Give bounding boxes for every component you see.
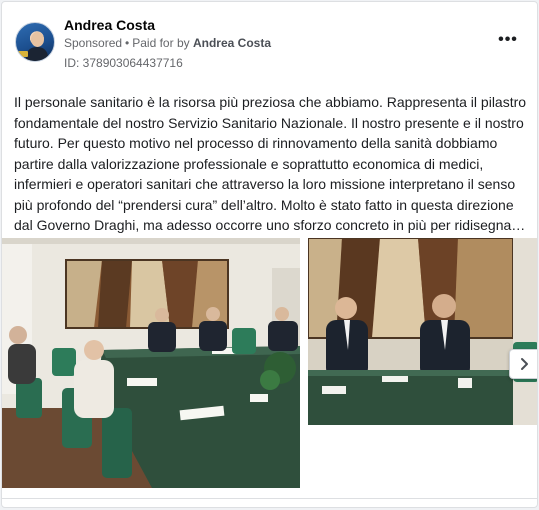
- meeting-room-photo[interactable]: [2, 238, 300, 488]
- carousel-next-button[interactable]: [509, 349, 537, 379]
- avatar-suit: [26, 47, 48, 61]
- image-carousel: [2, 238, 537, 488]
- author-avatar[interactable]: [15, 22, 55, 62]
- speakers-photo[interactable]: [308, 238, 537, 425]
- author-name[interactable]: Andrea Costa: [64, 17, 155, 33]
- ad-id: ID: 378903064437716: [64, 56, 183, 70]
- more-options-icon[interactable]: •••: [496, 32, 520, 52]
- chevron-right-icon: [521, 358, 528, 370]
- paid-for-prefix: Paid for by: [132, 36, 190, 50]
- card-footer-divider: [2, 498, 537, 499]
- sponsored-line: Sponsored • Paid for by Andrea Costa: [64, 36, 271, 50]
- meeting-room-illustration: [2, 238, 300, 488]
- speakers-illustration: [308, 238, 537, 425]
- avatar-badge: [18, 51, 28, 57]
- paid-for-name[interactable]: Andrea Costa: [193, 36, 271, 50]
- post-text: Il personale sanitario è la risorsa più …: [14, 94, 527, 233]
- avatar-face: [31, 32, 44, 47]
- ad-post-card: Andrea Costa Sponsored • Paid for by Andre…: [1, 1, 538, 508]
- meta-separator: •: [125, 36, 130, 50]
- sponsored-label[interactable]: Sponsored: [64, 36, 122, 50]
